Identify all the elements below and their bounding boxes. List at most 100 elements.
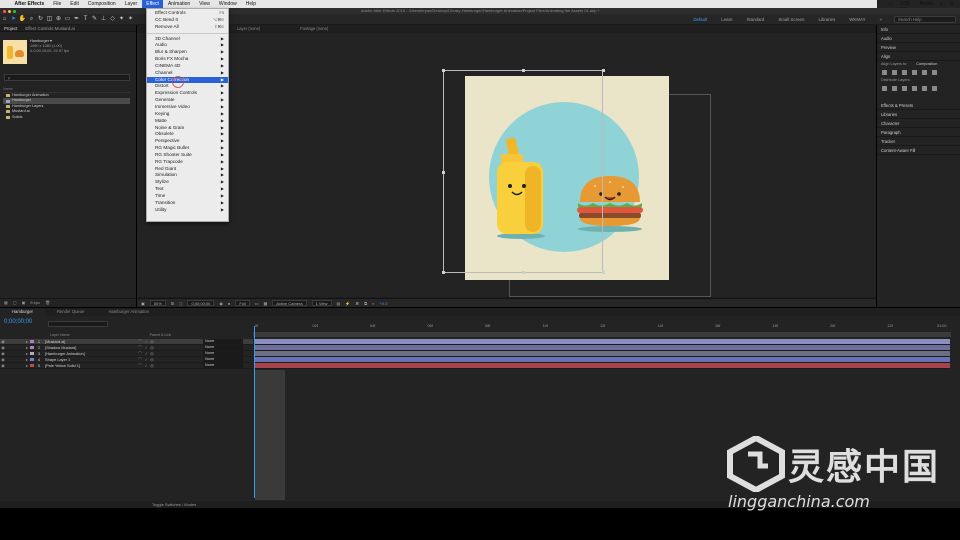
current-time-display[interactable]: 0;00;00;00 — [187, 300, 215, 306]
timeline-current-time[interactable]: 0;00;00;00 — [4, 319, 32, 325]
eraser-tool-icon[interactable]: ◇ — [108, 15, 117, 24]
effect-menu-item-expression-controls[interactable]: Expression Controls ▶ — [147, 90, 228, 97]
new-folder-icon[interactable]: ▢ — [13, 299, 17, 307]
tab-hamburger[interactable]: Hamburger — [0, 308, 45, 316]
tab-render-queue[interactable]: Render Queue — [45, 308, 96, 316]
workspace-standard[interactable]: Standard — [740, 17, 770, 22]
visibility-eye-icon[interactable]: ◉ — [0, 363, 6, 368]
effect-menu-item-generate[interactable]: Generate ▶ — [147, 97, 228, 104]
effect-menu-item-keying[interactable]: Keying ▶ — [147, 111, 228, 118]
zoom-dropdown[interactable]: 50% — [149, 300, 166, 306]
menu-edit[interactable]: Edit — [66, 0, 84, 8]
effect-menu-item-boris-fx-mocha[interactable]: Boris FX Mocha ▶ — [147, 56, 228, 63]
effect-menu-item-perspective[interactable]: Perspective ▶ — [147, 138, 228, 145]
pickwhip-icon[interactable]: ◎ — [149, 363, 155, 368]
align-top-icon[interactable] — [912, 70, 917, 75]
distribute-left-icon[interactable] — [912, 86, 917, 91]
effect-menu-item-immersive-video[interactable]: Immersive Video ▶ — [147, 104, 228, 111]
menu-view[interactable]: View — [195, 0, 215, 8]
reset-exposure-icon[interactable]: ◐ — [372, 301, 374, 306]
always-preview-icon[interactable]: ▣ — [141, 301, 145, 306]
camera-tool-icon[interactable]: ◫ — [45, 15, 54, 24]
layer-name[interactable]: [Hamburger Animation] — [42, 351, 137, 356]
rotate-tool-icon[interactable]: ↻ — [36, 15, 45, 24]
pickwhip-icon[interactable]: ◎ — [149, 351, 155, 356]
interpret-footage-icon[interactable]: ▦ — [4, 299, 8, 307]
effect-menu-item-rg-trapcode[interactable]: RG Trapcode ▶ — [147, 159, 228, 166]
transform-handle[interactable] — [442, 271, 445, 274]
transform-handle[interactable] — [602, 69, 605, 72]
visibility-eye-icon[interactable]: ◉ — [0, 345, 6, 350]
effect-menu-item-blur-sharpen[interactable]: Blur & Sharpen ▶ — [147, 49, 228, 56]
panel-preview[interactable]: Preview — [877, 43, 960, 52]
selection-tool-icon[interactable]: ➤ — [9, 15, 18, 24]
effect-menu-item-effect-controls[interactable]: Effect Controls F3 — [147, 10, 228, 17]
parent-dropdown[interactable]: None — [203, 345, 243, 350]
transform-handle[interactable] — [442, 171, 445, 174]
composition-viewer[interactable] — [137, 33, 876, 297]
menu-help[interactable]: Help — [241, 0, 260, 8]
effect-menu-item-transition[interactable]: Transition ▶ — [147, 200, 228, 207]
effect-menu-item-audio[interactable]: Audio ▶ — [147, 42, 228, 49]
column-parent-link[interactable]: Parent & Link — [150, 332, 172, 338]
puppet-tool-icon[interactable]: ✶ — [126, 15, 135, 24]
transparency-grid-icon[interactable]: ▩ — [264, 301, 268, 306]
align-bottom-icon[interactable] — [932, 70, 937, 75]
playhead[interactable] — [254, 326, 255, 498]
workspace-libraries[interactable]: Libraries — [812, 17, 841, 22]
layer-name[interactable]: [Shadow Mustard] — [42, 345, 137, 350]
views-dropdown[interactable]: 1 View — [311, 300, 332, 306]
effect-menu-item-cinema-4d[interactable]: CINEMA 4D ▶ — [147, 63, 228, 70]
tab-layer[interactable]: Layer (none) — [237, 25, 260, 32]
parent-dropdown[interactable]: None — [203, 351, 243, 356]
toggle-switches-modes[interactable]: Toggle Switches / Modes — [152, 501, 196, 508]
effect-menu-item-cc-bend-it[interactable]: CC Bend It ⌥⌘E — [147, 17, 228, 24]
region-of-interest-icon[interactable]: ▭ — [255, 301, 259, 306]
pickwhip-icon[interactable]: ◎ — [149, 345, 155, 350]
transform-handle[interactable] — [442, 69, 445, 72]
exposure-value[interactable]: +0.0 — [380, 301, 388, 306]
distribute-bottom-icon[interactable] — [902, 86, 907, 91]
transform-handle[interactable] — [522, 69, 525, 72]
align-to-dropdown[interactable]: Composition — [916, 62, 937, 66]
visibility-eye-icon[interactable]: ◉ — [0, 339, 6, 344]
work-area-bar[interactable] — [253, 332, 951, 337]
type-tool-icon[interactable]: T — [81, 15, 90, 24]
timeline-link-icon[interactable]: ⌘ — [355, 301, 359, 306]
effect-menu-item-rg-magic-bullet[interactable]: RG Magic Bullet ▶ — [147, 145, 228, 152]
project-search-input[interactable]: ρ — [4, 74, 130, 81]
menu-window[interactable]: Window — [214, 0, 241, 8]
menu-file[interactable]: File — [49, 0, 66, 8]
distribute-vcenter-icon[interactable] — [892, 86, 897, 91]
pickwhip-icon[interactable]: ◎ — [149, 357, 155, 362]
workspace-wkmay[interactable]: WKMAY — [843, 17, 871, 22]
bpc-toggle[interactable]: 8 bpc — [30, 299, 40, 307]
search-help-input[interactable]: Search Help — [894, 15, 956, 23]
layer-name[interactable]: Shape Layer 1 — [42, 357, 137, 362]
rectangle-tool-icon[interactable]: ▭ — [63, 15, 72, 24]
pen-tool-icon[interactable]: ✒ — [72, 15, 81, 24]
transform-handle[interactable] — [522, 271, 525, 274]
mask-visibility-icon[interactable]: ◻ — [179, 301, 182, 306]
menu-animation[interactable]: Animation — [163, 0, 194, 8]
tab-effect-controls[interactable]: Effect Controls Mustard.ai — [25, 25, 74, 31]
panel-content-aware-fill[interactable]: Content-Aware Fill — [877, 146, 960, 155]
visibility-eye-icon[interactable]: ◉ — [0, 351, 6, 356]
table-row[interactable]: ◉ ▸ 5 [Pale Yellow Solid 1] ⌒ / ◎ None — [0, 363, 253, 369]
spotlight-icon[interactable]: ⌕ — [940, 1, 943, 7]
align-left-icon[interactable] — [882, 70, 887, 75]
panel-character[interactable]: Character — [877, 119, 960, 128]
tab-project[interactable]: Project — [4, 25, 17, 31]
tab-footage[interactable]: Footage (none) — [300, 25, 328, 32]
effect-menu-item-red-giant[interactable]: Red Giant ▶ — [147, 166, 228, 173]
effect-menu-item-noise-grain[interactable]: Noise & Grain ▶ — [147, 125, 228, 132]
workspace-default[interactable]: Default — [687, 17, 713, 22]
pan-behind-tool-icon[interactable]: ⊕ — [54, 15, 63, 24]
menu-composition[interactable]: Composition — [83, 0, 120, 8]
align-hcenter-icon[interactable] — [892, 70, 897, 75]
menu-effect[interactable]: Effect — [141, 0, 164, 8]
parent-dropdown[interactable]: None — [203, 357, 243, 362]
workspace-small-screen[interactable]: Small Screen — [772, 17, 810, 22]
layer-name[interactable]: [Pale Yellow Solid 1] — [42, 363, 137, 368]
effect-menu-item-simulation[interactable]: Simulation ▶ — [147, 172, 228, 179]
